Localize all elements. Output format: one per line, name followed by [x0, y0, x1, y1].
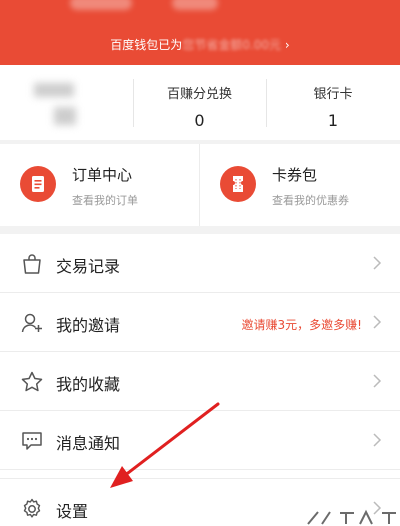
coupon-wallet-card[interactable]: 卡券包 查看我的优惠券: [200, 144, 400, 226]
document-icon: [20, 166, 56, 202]
obscured-avatar-text-2: [54, 107, 76, 125]
chevron-right-icon: [373, 256, 382, 270]
star-icon: [21, 371, 43, 392]
order-center-subtitle: 查看我的订单: [72, 194, 138, 207]
menu-item-favorites[interactable]: 我的收藏: [0, 352, 400, 411]
menu-item-notifications[interactable]: 消息通知: [0, 411, 400, 470]
gear-icon: [23, 498, 41, 518]
order-center-card[interactable]: 订单中心 查看我的订单: [0, 144, 200, 226]
chevron-right-icon: [373, 315, 382, 329]
points-exchange[interactable]: 百赚分兑换 0: [133, 65, 266, 140]
menu-list: 交易记录 我的邀请 邀请赚3元，多邀多赚! 我的收藏 消息通知 设置: [0, 234, 400, 526]
bank-card[interactable]: 银行卡 1: [266, 65, 400, 140]
shopping-bag-icon: [23, 254, 41, 274]
chevron-right-icon: [373, 374, 382, 388]
watermark: [300, 508, 400, 526]
message-icon: [22, 432, 42, 450]
coupon-wallet-subtitle: 查看我的优惠券: [272, 194, 349, 207]
menu-item-label: 我的收藏: [56, 375, 121, 394]
menu-item-transactions[interactable]: 交易记录: [0, 234, 400, 293]
wallet-savings-text: 百度钱包已为: [110, 38, 183, 52]
menu-item-label: 消息通知: [56, 434, 121, 453]
obscured-avatar-text: [34, 83, 74, 97]
menu-item-invitations[interactable]: 我的邀请 邀请赚3元，多邀多赚!: [0, 293, 400, 352]
invite-user-icon: [21, 313, 42, 333]
chevron-right-icon: [373, 433, 382, 447]
bank-card-label: 银行卡: [313, 87, 353, 102]
wallet-savings-amount: 0.00元: [242, 38, 282, 52]
ticket-icon: [220, 166, 256, 202]
quick-cards: 订单中心 查看我的订单 卡券包 查看我的优惠券: [0, 144, 400, 226]
obscured-username: [70, 0, 132, 10]
obscured-account: [172, 0, 218, 10]
wallet-header: 百度钱包已为您节省金额0.00元 ›: [0, 0, 400, 65]
menu-item-label: 设置: [56, 502, 89, 521]
points-exchange-label: 百赚分兑换: [166, 87, 232, 102]
invite-reward-note: 邀请赚3元，多邀多赚!: [241, 318, 362, 332]
coupon-wallet-title: 卡券包: [272, 166, 318, 184]
wallet-savings-banner[interactable]: 百度钱包已为您节省金额0.00元 ›: [0, 36, 400, 53]
wallet-savings-obscured: 您节省金额: [182, 38, 243, 52]
order-center-title: 订单中心: [72, 166, 133, 184]
account-stats: 百赚分兑换 0 银行卡 1: [0, 65, 400, 140]
bank-card-value: 1: [327, 111, 339, 130]
menu-item-label: 我的邀请: [56, 316, 121, 335]
menu-item-label: 交易记录: [56, 257, 121, 276]
points-exchange-value: 0: [194, 111, 205, 130]
wallet-chevron: ›: [284, 38, 290, 52]
